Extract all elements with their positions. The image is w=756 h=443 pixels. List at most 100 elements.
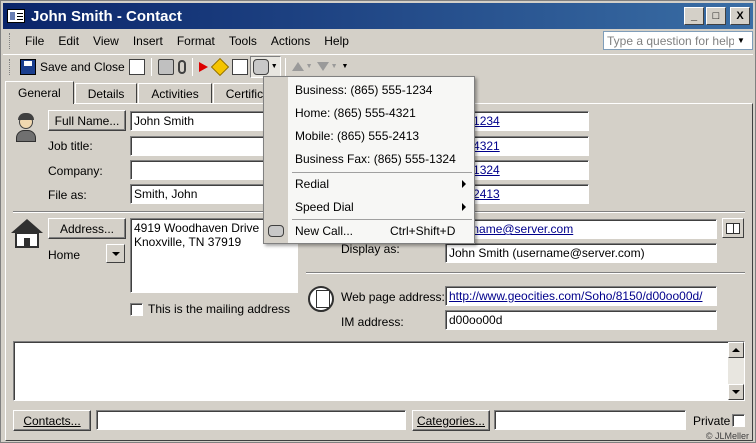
house-icon <box>11 219 43 249</box>
web-page-icon <box>306 284 336 314</box>
chevron-down-icon[interactable]: ▼ <box>734 32 748 49</box>
chevron-down-icon <box>732 390 740 394</box>
job-title-label: Job title: <box>48 139 93 153</box>
menu-insert[interactable]: Insert <box>126 34 170 48</box>
categories-button[interactable]: Categories... <box>412 410 490 431</box>
menu-view[interactable]: View <box>86 34 126 48</box>
submenu-arrow-icon <box>462 203 466 211</box>
scroll-up-button[interactable] <box>728 342 744 358</box>
notes-scrollbar[interactable] <box>728 342 744 400</box>
menu-bar: File Edit View Insert Format Tools Actio… <box>3 31 753 51</box>
tab-details[interactable]: Details <box>74 83 138 103</box>
menu-format[interactable]: Format <box>170 34 222 48</box>
new-item-button[interactable] <box>127 56 147 78</box>
new-item-icon <box>128 58 145 75</box>
address-type-label: Home <box>48 248 81 262</box>
print-button[interactable] <box>156 56 176 78</box>
scroll-track[interactable] <box>728 358 744 384</box>
menu-actions[interactable]: Actions <box>264 34 317 48</box>
new-call-label: New Call... <box>295 224 354 238</box>
mailing-address-label: This is the mailing address <box>148 302 291 316</box>
next-item-button[interactable]: ▼ <box>315 56 340 78</box>
dial-home-item[interactable]: Home: (865) 555-4321 <box>264 102 474 124</box>
menu-tools[interactable]: Tools <box>222 34 264 48</box>
contacts-button[interactable]: Contacts... <box>13 410 91 431</box>
minimize-button[interactable]: _ <box>684 7 704 25</box>
dial-business-item[interactable]: Business: (865) 555-1234 <box>264 79 474 101</box>
chevron-down-icon: ▼ <box>270 63 278 70</box>
menu-help[interactable]: Help <box>317 34 356 48</box>
mailing-address-checkbox[interactable] <box>130 303 143 316</box>
toolbar-separator <box>191 57 193 76</box>
categories-field[interactable] <box>494 410 686 430</box>
save-icon <box>20 58 36 75</box>
previous-item-button[interactable]: ▼ <box>290 56 315 78</box>
speed-dial-label: Speed Dial <box>295 200 354 214</box>
title-bar[interactable]: John Smith - Contact _ □ X <box>3 3 753 29</box>
toolbar-options-icon[interactable]: ▼ <box>342 63 349 70</box>
tab-activities[interactable]: Activities <box>138 83 212 103</box>
address-type-dropdown[interactable] <box>106 244 125 263</box>
file-as-label: File as: <box>48 188 87 202</box>
scroll-down-button[interactable] <box>728 384 744 400</box>
credit-text: © JLMeller <box>705 431 749 441</box>
window-title: John Smith - Contact <box>31 7 182 25</box>
maximize-button[interactable]: □ <box>706 7 726 25</box>
redial-item[interactable]: Redial <box>264 173 474 195</box>
display-as-field[interactable]: John Smith (username@server.com) <box>445 243 717 263</box>
phone-icon <box>268 225 284 237</box>
toolbar: Save and Close ▼ ▼ ▼ ▼ <box>3 54 753 78</box>
job-title-field[interactable] <box>130 136 265 156</box>
new-call-item[interactable]: New Call... Ctrl+Shift+D <box>264 220 474 242</box>
chevron-down-icon: ▼ <box>330 63 338 70</box>
web-page-field[interactable]: http://www.geocities.com/Soho/8150/d00oo… <box>445 286 717 306</box>
categories-toolbar-button[interactable] <box>210 56 230 78</box>
submenu-arrow-icon <box>462 180 466 188</box>
help-search-box: ▼ <box>603 31 753 50</box>
contact-card-button[interactable] <box>230 56 250 78</box>
flag-button[interactable] <box>197 56 210 78</box>
print-icon <box>157 58 174 75</box>
flag-icon <box>198 61 208 72</box>
tab-general[interactable]: General <box>5 81 74 104</box>
previous-item-icon <box>291 62 304 71</box>
help-search-input[interactable] <box>604 33 734 48</box>
dial-button[interactable]: ▼ <box>249 55 281 78</box>
address-button[interactable]: Address... <box>48 218 126 239</box>
file-as-field[interactable]: Smith, John <box>130 184 265 204</box>
menu-edit[interactable]: Edit <box>51 34 86 48</box>
contacts-button-label: Contacts... <box>23 413 81 428</box>
menu-file[interactable]: File <box>18 34 51 48</box>
attach-icon <box>177 59 186 74</box>
attach-button[interactable] <box>176 56 188 78</box>
chevron-up-icon <box>732 348 740 352</box>
contacts-field[interactable] <box>96 410 406 430</box>
email-field[interactable]: username@server.com <box>445 219 717 239</box>
im-address-label: IM address: <box>341 315 404 329</box>
close-button[interactable]: X <box>730 7 750 25</box>
window-controls: _ □ X <box>684 7 750 25</box>
dial-business-fax-item[interactable]: Business Fax: (865) 555-1324 <box>264 148 474 170</box>
categories-button-label: Categories... <box>416 413 486 428</box>
dial-mobile-item[interactable]: Mobile: (865) 555-2413 <box>264 125 474 147</box>
company-field[interactable] <box>130 160 265 180</box>
full-name-field[interactable]: John Smith <box>130 111 265 131</box>
dial-business-label: Business: (865) 555-1234 <box>295 83 433 97</box>
private-checkbox[interactable] <box>732 414 745 427</box>
full-name-button[interactable]: Full Name... <box>48 110 126 131</box>
notes-field[interactable] <box>13 341 745 401</box>
contact-card-icon <box>231 58 248 75</box>
web-page-label: Web page address: <box>341 290 445 304</box>
toolbar-separator <box>150 57 152 76</box>
divider <box>306 272 745 274</box>
menu-grip[interactable] <box>9 33 12 49</box>
save-and-close-button[interactable]: Save and Close <box>18 56 127 78</box>
im-address-field[interactable]: d00oo00d <box>445 310 717 330</box>
web-page-value[interactable]: http://www.geocities.com/Soho/8150/d00oo… <box>449 289 703 303</box>
address-book-button[interactable] <box>722 218 744 238</box>
categories-icon <box>210 57 229 76</box>
toolbar-grip[interactable] <box>9 58 12 75</box>
contact-window: John Smith - Contact _ □ X File Edit Vie… <box>0 0 756 443</box>
display-as-label: Display as: <box>341 242 400 256</box>
speed-dial-item[interactable]: Speed Dial <box>264 196 474 218</box>
